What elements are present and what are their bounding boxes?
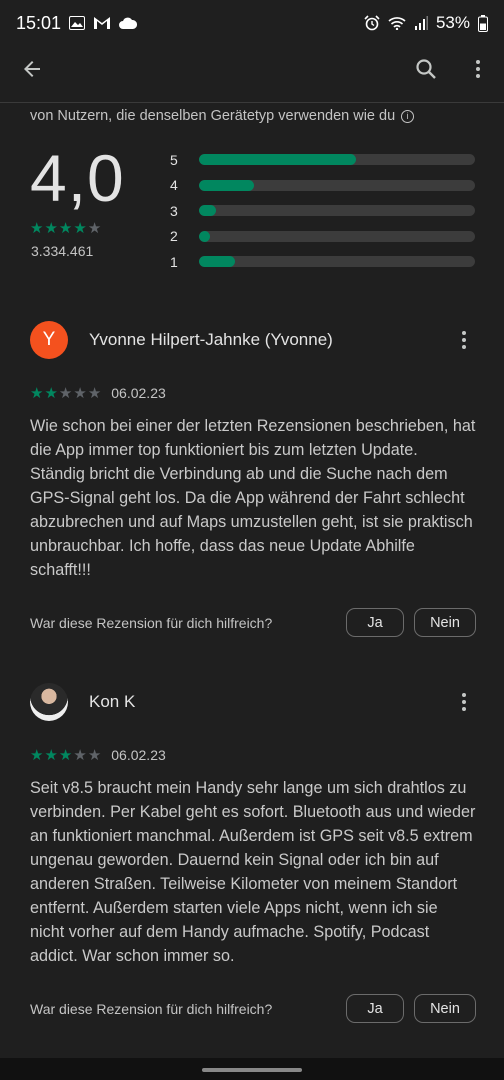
distribution-row: 2 bbox=[170, 224, 475, 250]
distribution-bar-track bbox=[199, 230, 475, 242]
star-filled-icon: ★ bbox=[58, 746, 73, 764]
helpful-no-button[interactable]: Nein bbox=[414, 994, 476, 1023]
distribution-label: 1 bbox=[170, 253, 178, 270]
helpful-no-button[interactable]: Nein bbox=[414, 608, 476, 637]
gmail-icon bbox=[93, 16, 111, 30]
signal-icon bbox=[414, 16, 428, 30]
ratings-subtitle-text: von Nutzern, die denselben Gerätetyp ver… bbox=[30, 108, 396, 124]
review-meta: ★ ★ ★ ★ ★ 06.02.23 bbox=[30, 746, 476, 764]
review-text: Seit v8.5 braucht mein Handy sehr lange … bbox=[30, 779, 476, 965]
star-empty-icon: ★ bbox=[87, 746, 102, 764]
star-filled-icon: ★ bbox=[44, 220, 58, 237]
distribution-label: 2 bbox=[170, 228, 178, 245]
review-stars: ★ ★ ★ ★ ★ bbox=[30, 386, 101, 401]
alarm-icon bbox=[364, 15, 380, 31]
review-text: Wie schon bei einer der letzten Rezensio… bbox=[30, 417, 476, 579]
distribution-bar-track bbox=[199, 154, 475, 166]
star-empty-icon: ★ bbox=[87, 220, 102, 237]
review-date: 06.02.23 bbox=[111, 747, 166, 763]
review-card: Kon K ★ ★ ★ ★ ★ 06.02.23 Seit v8.5 braucht m… bbox=[30, 682, 476, 1023]
status-right: 53% bbox=[364, 13, 488, 33]
distribution-row: 1 bbox=[170, 249, 475, 275]
status-left: 15:01 bbox=[16, 12, 138, 34]
more-vert-icon[interactable] bbox=[452, 328, 476, 352]
star-filled-icon: ★ bbox=[30, 384, 44, 402]
cloud-icon bbox=[119, 17, 138, 30]
app-bar-divider bbox=[0, 102, 504, 103]
helpful-question: War diese Rezension für dich hilfreich? bbox=[30, 614, 273, 631]
avatar: Y bbox=[30, 321, 68, 359]
wifi-icon bbox=[388, 16, 406, 30]
battery-icon bbox=[478, 14, 488, 32]
reviewer-name: Kon K bbox=[89, 692, 136, 711]
distribution-bar-fill bbox=[199, 256, 235, 268]
navigation-bar bbox=[0, 1058, 504, 1080]
more-vert-icon[interactable] bbox=[452, 690, 476, 714]
distribution-row: 5 bbox=[170, 147, 475, 173]
star-empty-icon: ★ bbox=[58, 384, 73, 402]
image-icon bbox=[69, 16, 86, 30]
average-stars: ★ ★ ★ ★ ★ bbox=[30, 221, 101, 236]
helpful-row: War diese Rezension für dich hilfreich? … bbox=[30, 994, 476, 1023]
distribution-bar-fill bbox=[199, 230, 211, 242]
distribution-label: 4 bbox=[170, 177, 178, 194]
star-filled-icon: ★ bbox=[44, 384, 58, 402]
reviewer-name: Yvonne Hilpert-Jahnke (Yvonne) bbox=[89, 330, 333, 349]
review-header: Kon K bbox=[30, 682, 476, 722]
review-stars: ★ ★ ★ ★ ★ bbox=[30, 748, 101, 763]
star-filled-icon: ★ bbox=[30, 220, 44, 237]
avatar bbox=[30, 683, 68, 721]
distribution-bar-track bbox=[199, 256, 475, 268]
distribution-bar-track bbox=[199, 205, 475, 217]
distribution-bar-track bbox=[199, 179, 475, 191]
rating-distribution: 5 4 3 2 1 bbox=[170, 147, 475, 275]
review-card: Y Yvonne Hilpert-Jahnke (Yvonne) ★ ★ ★ ★ ★ 0… bbox=[30, 320, 476, 637]
distribution-bar-fill bbox=[199, 205, 216, 217]
review-date: 06.02.23 bbox=[111, 385, 166, 401]
search-icon[interactable] bbox=[414, 57, 438, 81]
star-filled-icon: ★ bbox=[73, 220, 87, 237]
info-icon[interactable]: i bbox=[401, 109, 415, 123]
ratings-subtitle: von Nutzern, die denselben Gerätetyp ver… bbox=[30, 108, 415, 124]
star-empty-icon: ★ bbox=[73, 384, 87, 402]
distribution-label: 3 bbox=[170, 202, 178, 219]
distribution-bar-fill bbox=[199, 179, 255, 191]
star-filled-icon: ★ bbox=[58, 220, 73, 237]
star-empty-icon: ★ bbox=[73, 746, 87, 764]
distribution-row: 3 bbox=[170, 198, 475, 224]
star-filled-icon: ★ bbox=[30, 746, 44, 764]
average-rating: 4,0 bbox=[30, 141, 125, 215]
distribution-row: 4 bbox=[170, 173, 475, 199]
app-bar bbox=[0, 46, 504, 92]
app-bar-actions bbox=[414, 57, 490, 81]
helpful-yes-button[interactable]: Ja bbox=[346, 994, 404, 1023]
star-filled-icon: ★ bbox=[44, 746, 58, 764]
review-meta: ★ ★ ★ ★ ★ 06.02.23 bbox=[30, 384, 476, 402]
star-empty-icon: ★ bbox=[87, 384, 102, 402]
review-header: Y Yvonne Hilpert-Jahnke (Yvonne) bbox=[30, 320, 476, 360]
back-arrow-icon[interactable] bbox=[20, 57, 44, 81]
battery-percent: 53% bbox=[435, 13, 470, 32]
helpful-yes-button[interactable]: Ja bbox=[346, 608, 404, 637]
more-vert-icon[interactable] bbox=[466, 57, 490, 81]
rating-count: 3.334.461 bbox=[31, 243, 94, 259]
gesture-handle[interactable] bbox=[202, 1068, 302, 1072]
status-bar: 15:01 53% bbox=[0, 0, 504, 46]
distribution-bar-fill bbox=[199, 154, 357, 166]
distribution-label: 5 bbox=[170, 151, 178, 168]
status-time: 15:01 bbox=[16, 12, 62, 33]
helpful-row: War diese Rezension für dich hilfreich? … bbox=[30, 608, 476, 637]
helpful-question: War diese Rezension für dich hilfreich? bbox=[30, 1000, 273, 1017]
